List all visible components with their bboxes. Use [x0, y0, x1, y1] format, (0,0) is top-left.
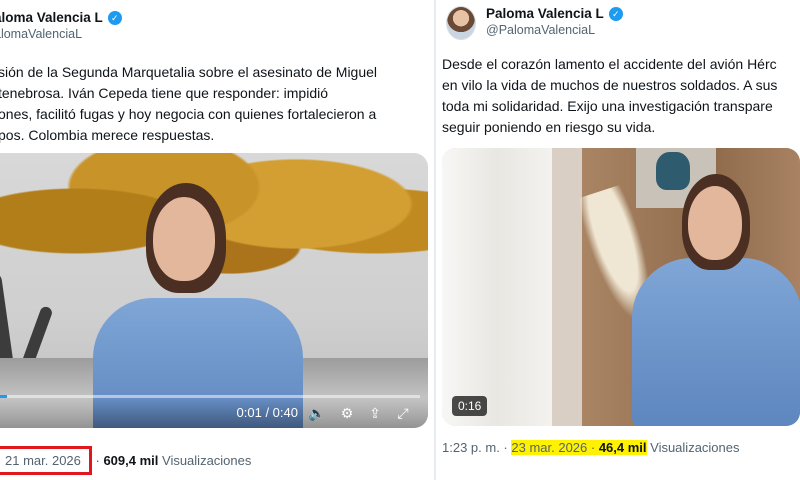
video-progress-fill: [0, 395, 7, 398]
left-text-line-1: sión de la Segunda Marquetalia sobre el …: [0, 64, 378, 80]
right-author-name[interactable]: Paloma Valencia L: [486, 6, 604, 21]
avatar[interactable]: [446, 6, 476, 40]
video-controls: [0, 398, 428, 428]
right-post: Paloma Valencia L ✓ @PalomaValenciaL Des…: [436, 0, 800, 480]
right-text-line-2: en vilo la vida de muchos de nuestros so…: [442, 77, 778, 93]
right-text-line-1: Desde el corazón lamento el accidente de…: [442, 56, 777, 72]
left-text-line-3: ones, facilitó fugas y hoy negocia con q…: [0, 106, 377, 122]
fullscreen-icon[interactable]: ⤢: [394, 404, 412, 422]
left-post-header: aloma Valencia L ✓ alomaValenciaL: [0, 10, 122, 41]
left-post: aloma Valencia L ✓ alomaValenciaL sión d…: [0, 0, 436, 480]
left-text-line-4: pos. Colombia merece respuestas.: [0, 127, 215, 143]
video-progress-track[interactable]: [0, 395, 420, 398]
verified-badge-icon: ✓: [107, 10, 122, 25]
right-post-time[interactable]: 1:23 p. m. ·: [442, 440, 511, 455]
curtain-scene: [442, 148, 552, 426]
settings-icon[interactable]: ⚙: [338, 404, 356, 422]
video-time-label: 0:01 / 0:40: [236, 405, 298, 420]
left-views-count: 609,4 mil: [103, 453, 159, 468]
right-post-header: Paloma Valencia L ✓ @PalomaValenciaL: [446, 6, 623, 40]
right-views-label: Visualizaciones: [646, 440, 740, 455]
left-author-handle[interactable]: alomaValenciaL: [0, 27, 122, 41]
left-post-date[interactable]: 21 mar. 2026: [0, 446, 92, 475]
video-duration-badge: 0:16: [452, 396, 488, 416]
left-author-row: aloma Valencia L ✓: [0, 10, 122, 25]
right-text-line-3: toda mi solidaridad. Exijo una investiga…: [442, 98, 773, 114]
right-video-player[interactable]: 0:16: [442, 148, 800, 426]
verified-badge-icon: ✓: [608, 6, 623, 21]
meta-separator: ·: [91, 453, 104, 468]
volume-icon[interactable]: 🔈: [308, 404, 326, 422]
right-views-count: 46,4 mil: [595, 440, 647, 455]
right-post-text: Desde el corazón lamento el accidente de…: [442, 54, 777, 138]
right-author-row: Paloma Valencia L ✓: [486, 6, 623, 21]
share-icon[interactable]: ⇪: [366, 404, 384, 422]
left-video-player[interactable]: 0:01 / 0:40 🔈 ⚙ ⇪ ⤢: [0, 153, 428, 428]
left-post-text: sión de la Segunda Marquetalia sobre el …: [0, 62, 377, 146]
right-text-line-4: seguir poniendo en riesgo su vida.: [442, 119, 656, 135]
right-post-meta: 1:23 p. m. · 23 mar. 2026 · 46,4 mil Vis…: [442, 440, 740, 455]
right-post-date[interactable]: 23 mar. 2026 ·: [511, 440, 596, 455]
left-author-name[interactable]: aloma Valencia L: [0, 10, 103, 25]
vase-scene: [656, 152, 690, 190]
right-author-block: Paloma Valencia L ✓ @PalomaValenciaL: [486, 6, 623, 37]
left-views-label: Visualizaciones: [158, 453, 252, 468]
right-author-handle[interactable]: @PalomaValenciaL: [486, 23, 623, 37]
left-author-block: aloma Valencia L ✓ alomaValenciaL: [0, 10, 122, 41]
left-post-meta: 21 mar. 2026 · 609,4 mil Visualizaciones: [0, 446, 251, 475]
left-text-line-2: tenebrosa. Iván Cepeda tiene que respond…: [0, 85, 328, 101]
